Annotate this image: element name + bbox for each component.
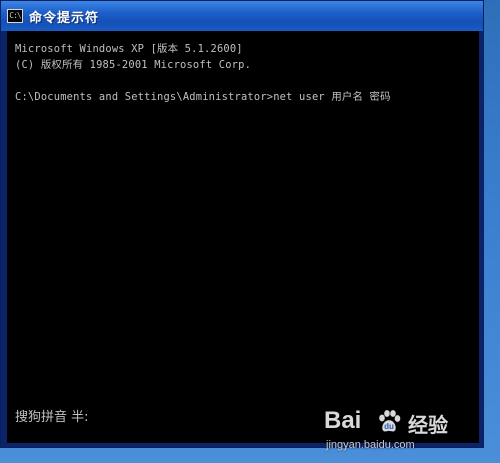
watermark-brand-suffix: 经验 (408, 413, 448, 437)
watermark-url: jingyan.baidu.com (326, 439, 415, 451)
watermark-brand: Bai (324, 407, 362, 434)
command-prompt-window: C:\ 命令提示符 Microsoft Windows XP [版本 5.1.2… (0, 0, 484, 448)
console-prompt-line: C:\Documents and Settings\Administrator>… (15, 91, 391, 103)
command-prompt-icon[interactable]: C:\ (7, 9, 23, 23)
baidu-jingyan-watermark: Bai du 经验 jingyan.baidu.com (324, 407, 474, 457)
console-line: (C) 版权所有 1985-2001 Microsoft Corp. (15, 59, 252, 71)
baidu-paw-icon: du (378, 409, 401, 432)
svg-text:du: du (384, 422, 394, 431)
window-title: 命令提示符 (29, 10, 100, 26)
title-bar[interactable]: C:\ 命令提示符 (1, 1, 483, 31)
console-line: Microsoft Windows XP [版本 5.1.2600] (15, 43, 243, 55)
console-area[interactable]: Microsoft Windows XP [版本 5.1.2600] (C) 版… (7, 31, 479, 443)
ime-status-bar[interactable]: 搜狗拼音 半: (15, 406, 89, 425)
